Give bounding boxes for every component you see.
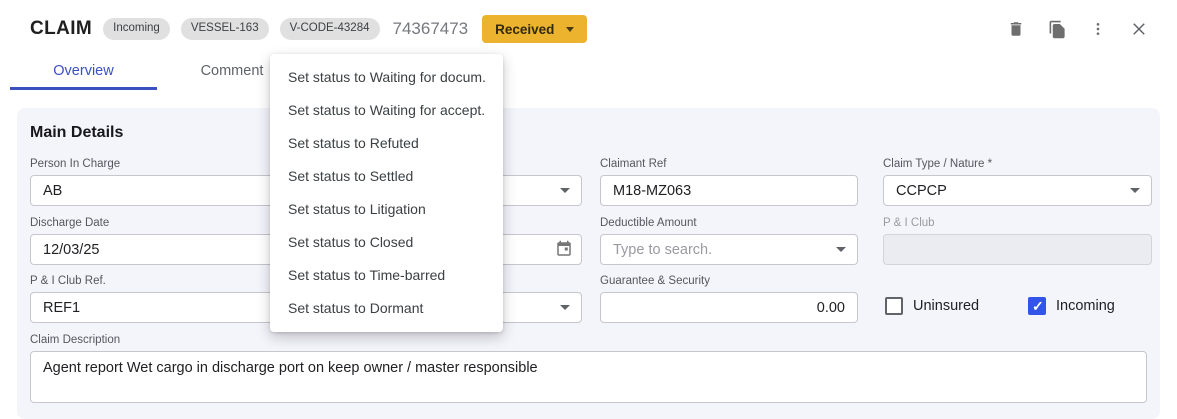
checkbox-label: Incoming xyxy=(1056,298,1115,314)
chevron-down-icon xyxy=(566,27,574,32)
menu-item-time-barred[interactable]: Set status to Time-barred xyxy=(270,259,503,292)
menu-item-refuted[interactable]: Set status to Refuted xyxy=(270,127,503,160)
field-claim-description: Claim Description Agent report Wet cargo… xyxy=(30,334,1147,408)
field-claim-type: Claim Type / Nature * xyxy=(883,158,1152,206)
badge-vcode: V-CODE-43284 xyxy=(280,18,380,40)
claim-header: CLAIM Incoming VESSEL-163 V-CODE-43284 7… xyxy=(30,13,587,45)
checkbox-label: Uninsured xyxy=(913,298,979,314)
menu-item-settled[interactable]: Set status to Settled xyxy=(270,160,503,193)
pi-club-input xyxy=(883,234,1152,265)
menu-item-closed[interactable]: Set status to Closed xyxy=(270,226,503,259)
menu-item-dormant[interactable]: Set status to Dormant xyxy=(270,292,503,325)
field-label: Claimant Ref xyxy=(600,158,858,170)
close-button[interactable] xyxy=(1129,19,1149,39)
field-label: Claim Description xyxy=(30,334,1147,346)
deductible-amount-select[interactable] xyxy=(600,234,858,265)
field-label: Guarantee & Security xyxy=(600,275,858,287)
copy-icon xyxy=(1048,20,1067,39)
tab-overview[interactable]: Overview xyxy=(10,54,157,90)
uninsured-checkbox[interactable] xyxy=(885,297,903,315)
delete-button[interactable] xyxy=(1006,19,1026,39)
field-label: Claim Type / Nature * xyxy=(883,158,1152,170)
claimant-ref-input[interactable] xyxy=(600,175,858,206)
more-menu-button[interactable] xyxy=(1088,19,1108,39)
kebab-menu-icon xyxy=(1090,21,1106,37)
trash-icon xyxy=(1007,20,1025,38)
badge-incoming: Incoming xyxy=(103,18,170,40)
field-claimant-ref: Claimant Ref xyxy=(600,158,858,206)
status-button[interactable]: Received xyxy=(482,15,587,43)
claim-description-textarea[interactable]: Agent report Wet cargo in discharge port… xyxy=(30,351,1147,403)
section-title: Main Details xyxy=(30,124,123,142)
uninsured-checkbox-row[interactable]: Uninsured xyxy=(885,297,979,315)
incoming-checkbox[interactable] xyxy=(1028,297,1046,315)
menu-item-litigation[interactable]: Set status to Litigation xyxy=(270,193,503,226)
field-deductible-amount: Deductible Amount xyxy=(600,217,858,265)
field-guarantee-security: Guarantee & Security xyxy=(600,275,858,323)
claim-type-select[interactable] xyxy=(883,175,1152,206)
field-label: Deductible Amount xyxy=(600,217,858,229)
close-icon xyxy=(1130,20,1148,38)
menu-item-waiting-accept[interactable]: Set status to Waiting for accept. xyxy=(270,94,503,127)
field-pi-club: P & I Club xyxy=(883,217,1152,265)
header-actions xyxy=(1006,19,1149,39)
copy-button[interactable] xyxy=(1047,19,1067,39)
field-label: P & I Club xyxy=(883,217,1152,229)
claim-window: CLAIM Incoming VESSEL-163 V-CODE-43284 7… xyxy=(0,0,1177,419)
status-button-label: Received xyxy=(495,22,554,37)
main-details-card: Main Details Person In Charge Claimant R… xyxy=(17,108,1160,419)
calendar-icon[interactable] xyxy=(555,240,573,263)
claim-number: 74367473 xyxy=(393,19,469,39)
tab-bar: Overview Comment xyxy=(10,54,307,90)
menu-item-waiting-docum[interactable]: Set status to Waiting for docum. xyxy=(270,61,503,94)
page-title: CLAIM xyxy=(30,18,92,40)
guarantee-security-input[interactable] xyxy=(600,292,858,323)
status-dropdown-menu: Set status to Waiting for docum. Set sta… xyxy=(270,54,503,332)
badge-vessel: VESSEL-163 xyxy=(181,18,269,40)
incoming-checkbox-row[interactable]: Incoming xyxy=(1028,297,1115,315)
